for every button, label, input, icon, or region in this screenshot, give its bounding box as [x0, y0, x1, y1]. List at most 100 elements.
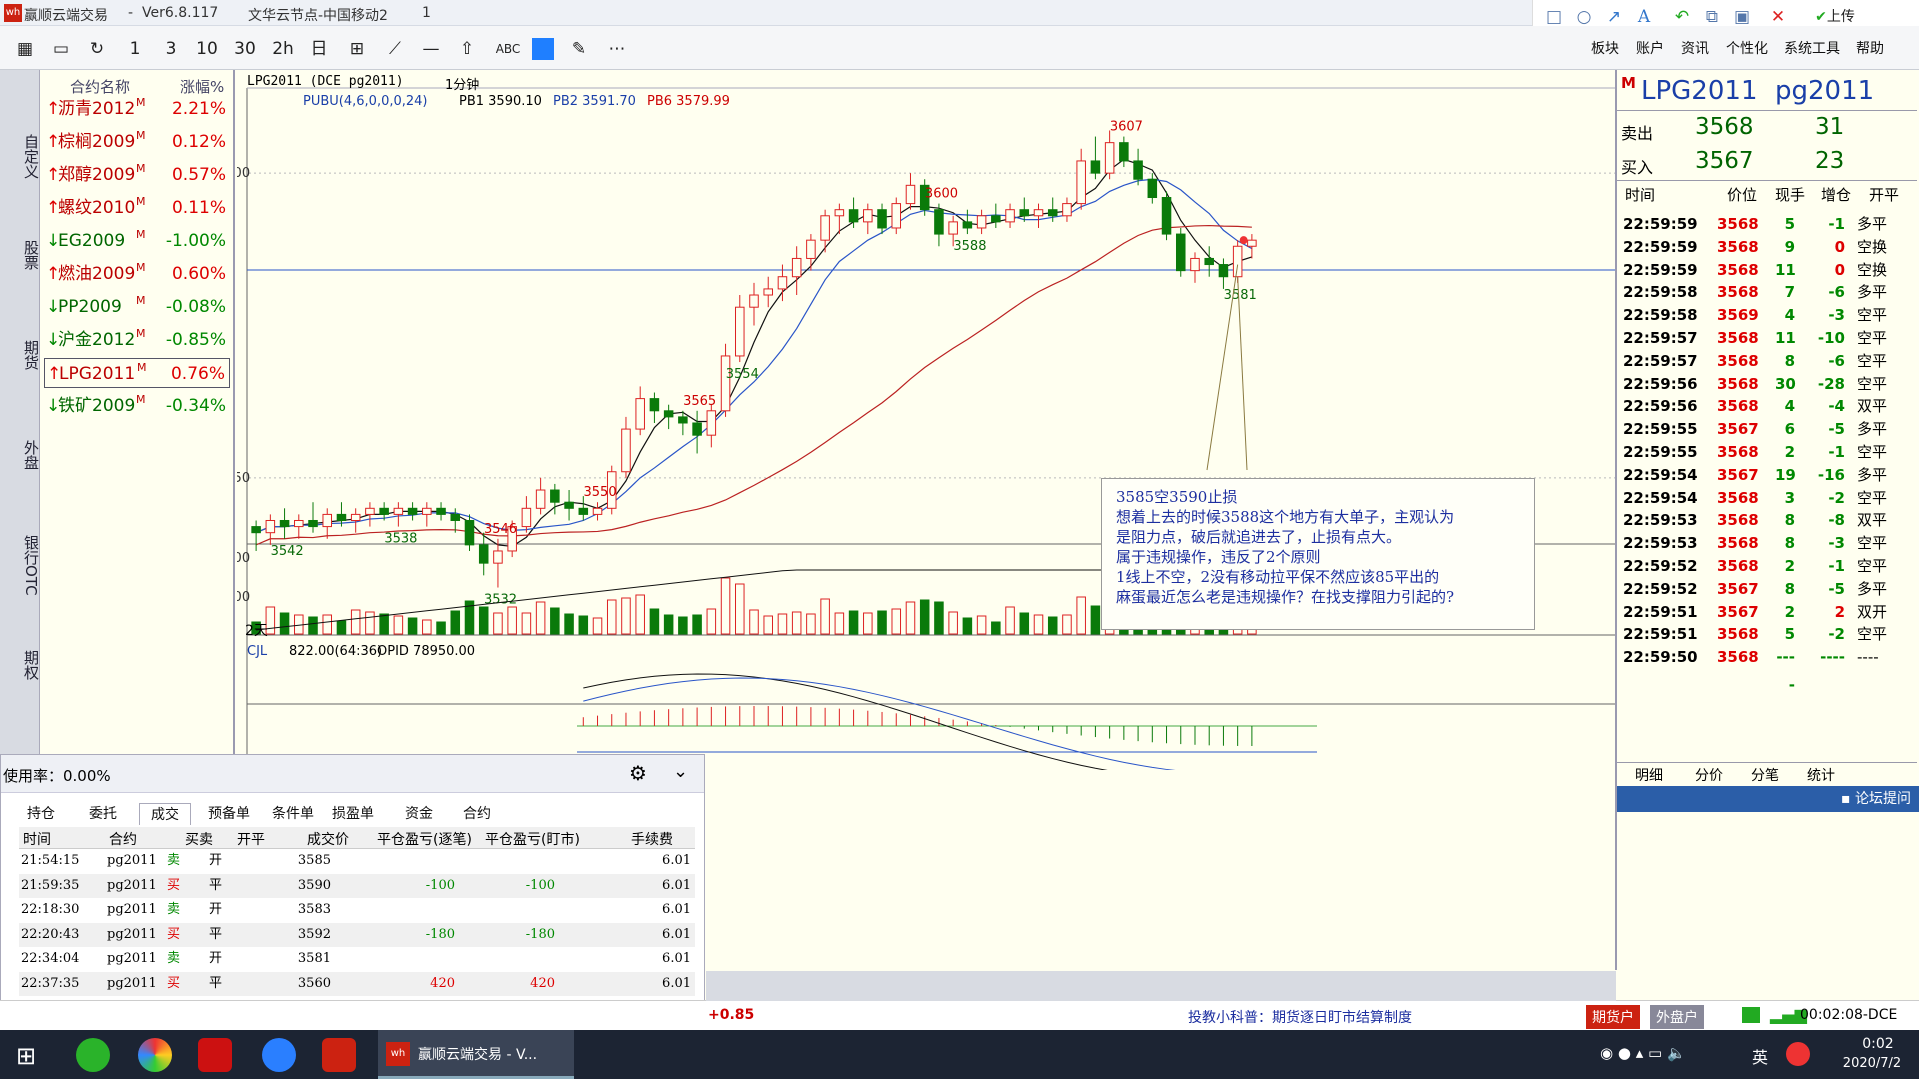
- menu-account[interactable]: 账户: [1636, 38, 1664, 58]
- orders-tab[interactable]: 持仓: [15, 803, 67, 825]
- order-row[interactable]: 22:37:35 pg2011 买平 3560 420 420 6.01: [19, 971, 695, 996]
- volume-bar: [322, 614, 333, 635]
- save-layout-icon[interactable]: ▭: [48, 36, 74, 62]
- watchlist-row[interactable]: ↓ 铁矿2009 M -0.34%: [44, 391, 230, 421]
- order-row[interactable]: 21:54:15 pg2011 卖开 3585 6.01: [19, 849, 695, 873]
- watchlist-row[interactable]: ↑ LPG2011 M 0.76%: [44, 358, 230, 388]
- refresh-icon[interactable]: ↻: [84, 36, 110, 62]
- forum-button[interactable]: ▪ 论坛提问: [1617, 786, 1919, 812]
- abc-text-button[interactable]: ABC: [490, 36, 526, 62]
- eraser-icon[interactable]: ✎: [566, 36, 592, 62]
- orders-col[interactable]: 手续费: [631, 829, 673, 849]
- orders-col[interactable]: 开平: [237, 829, 265, 849]
- order-row[interactable]: 21:59:35 pg2011 买平 3590 -100 -100 6.01: [19, 873, 695, 898]
- tab-futures[interactable]: 期货: [8, 320, 40, 390]
- watchlist-row[interactable]: ↓ 沪金2012 M -0.85%: [44, 325, 230, 355]
- tab-ticks[interactable]: 分笔: [1751, 765, 1779, 785]
- tab-price-dist[interactable]: 分价: [1695, 765, 1723, 785]
- orders-col[interactable]: 平仓盈亏(盯市): [485, 829, 580, 849]
- trend-line-icon[interactable]: ⟋: [382, 36, 408, 62]
- orders-tab[interactable]: 委托: [77, 803, 129, 825]
- watchlist-row[interactable]: ↓ PP2009 M -0.08%: [44, 292, 230, 322]
- order-row[interactable]: 22:18:30 pg2011 卖开 3583 6.01: [19, 898, 695, 922]
- candle-body: [692, 422, 702, 436]
- tab-options[interactable]: 期权: [8, 630, 40, 700]
- orders-tab[interactable]: 预备单: [199, 803, 259, 825]
- wechat-icon[interactable]: [76, 1038, 110, 1072]
- wenhua-icon[interactable]: [198, 1038, 232, 1072]
- sogou-icon[interactable]: [1786, 1042, 1810, 1066]
- candle-body: [322, 513, 333, 528]
- tab-detail[interactable]: 明细: [1635, 765, 1663, 785]
- ime-indicator[interactable]: 英: [1752, 1044, 1768, 1068]
- orders-col[interactable]: 合约: [109, 829, 137, 849]
- trade-note[interactable]: 3585空3590止损 想着上去的时候3588这个地方有大单子，主观认为 是阻力…: [1101, 478, 1535, 630]
- foreign-account-button[interactable]: 外盘户: [1650, 1005, 1704, 1029]
- taskbar-app-button[interactable]: wh 赢顺云端交易 - V...: [378, 1030, 574, 1079]
- up-arrow-icon[interactable]: ⇧: [454, 36, 480, 62]
- tray-icons[interactable]: ◉ ● ▴ ▭ 🔈: [1600, 1044, 1686, 1062]
- layout-grid-icon[interactable]: ⊞: [344, 36, 370, 62]
- orders-col[interactable]: 平仓盈亏(逐笔): [377, 829, 472, 849]
- horizontal-line-icon[interactable]: —: [418, 36, 444, 62]
- order-row[interactable]: 22:20:43 pg2011 买平 3592 -180 -180 6.01: [19, 922, 695, 947]
- orders-col[interactable]: 成交价: [307, 829, 349, 849]
- volume-label[interactable]: CJL: [247, 644, 267, 659]
- watchlist-row[interactable]: ↑ 棕榈2009 M 0.12%: [44, 127, 230, 157]
- orders-tab[interactable]: 损盈单: [323, 803, 383, 825]
- tip-link[interactable]: 投教小科普：期货逐日盯市结算制度: [1188, 1007, 1412, 1027]
- tab-bank-otc[interactable]: 银行OTC: [8, 520, 40, 610]
- menu-sector[interactable]: 板块: [1591, 38, 1619, 58]
- kline-chart[interactable]: 3600 3550 3542 3546 3538 3532 3550 3565 3554 3600…: [237, 70, 1615, 770]
- order-book-icon[interactable]: ▦: [12, 36, 38, 62]
- period-10-button[interactable]: 10: [194, 36, 220, 62]
- windows-start-icon[interactable]: ⊞: [16, 1042, 36, 1070]
- orders-tab[interactable]: 条件单: [263, 803, 323, 825]
- tab-stats[interactable]: 统计: [1807, 765, 1835, 785]
- pb2-value: PB2 3591.70: [553, 94, 636, 109]
- orders-tab[interactable]: 资金: [393, 803, 445, 825]
- menu-help[interactable]: 帮助: [1856, 38, 1884, 58]
- tab-custom[interactable]: 自定义: [8, 116, 40, 196]
- menu-system-tools[interactable]: 系统工具: [1784, 38, 1840, 58]
- tab-foreign[interactable]: 外盘: [8, 420, 40, 490]
- volume-bar: [692, 614, 702, 635]
- contract-change: 0.11%: [171, 198, 226, 218]
- menu-personalize[interactable]: 个性化: [1726, 38, 1768, 58]
- collapse-chevron-icon[interactable]: ⌄: [673, 761, 688, 782]
- menu-news[interactable]: 资讯: [1681, 38, 1709, 58]
- period-2h-button[interactable]: 2h: [270, 36, 296, 62]
- watchlist-row[interactable]: ↑ 郑醇2009 M 0.57%: [44, 160, 230, 190]
- settings-gear-icon[interactable]: ⚙: [629, 761, 647, 785]
- orders-col[interactable]: 买卖: [185, 829, 213, 849]
- tick-col-price: 价位: [1727, 186, 1758, 204]
- indicator-label[interactable]: PUBU(4,6,0,0,0,24): [303, 94, 428, 109]
- order-row[interactable]: 22:34:04 pg2011 卖开 3581 6.01: [19, 947, 695, 971]
- orders-tab[interactable]: 合约: [451, 803, 503, 825]
- orders-tab[interactable]: 成交: [139, 803, 191, 825]
- period-day-button[interactable]: 日: [306, 36, 332, 62]
- candle-body: [649, 398, 660, 412]
- volume-bar: [621, 597, 631, 635]
- period-3-button[interactable]: 3: [158, 36, 184, 62]
- server-name: 文华云节点-中国移动2: [248, 8, 388, 24]
- color-picker-icon[interactable]: [532, 38, 554, 60]
- chrome-icon[interactable]: [138, 1038, 172, 1072]
- k-app-icon[interactable]: [262, 1038, 296, 1072]
- watchlist-row[interactable]: ↑ 沥青2012 M 2.21%: [44, 94, 230, 124]
- period-select[interactable]: 1分钟: [445, 74, 479, 93]
- period-30-button[interactable]: 30: [232, 36, 258, 62]
- contract-badge: M: [136, 261, 146, 274]
- watchlist-row[interactable]: ↓ EG2009 M -1.00%: [44, 226, 230, 256]
- watchlist-row[interactable]: ↑ 燃油2009 M 0.60%: [44, 259, 230, 289]
- period-1-button[interactable]: 1: [122, 36, 148, 62]
- candle-body: [1218, 264, 1229, 278]
- volume-bar: [834, 612, 845, 635]
- more-icon[interactable]: ⋯: [604, 36, 630, 62]
- trade-app-icon[interactable]: [322, 1038, 356, 1072]
- futures-account-button[interactable]: 期货户: [1586, 1005, 1640, 1029]
- watchlist-row[interactable]: ↑ 螺纹2010 M 0.11%: [44, 193, 230, 223]
- tab-stocks[interactable]: 股票: [8, 220, 40, 290]
- candle-body: [294, 519, 304, 528]
- orders-col[interactable]: 时间: [23, 829, 51, 849]
